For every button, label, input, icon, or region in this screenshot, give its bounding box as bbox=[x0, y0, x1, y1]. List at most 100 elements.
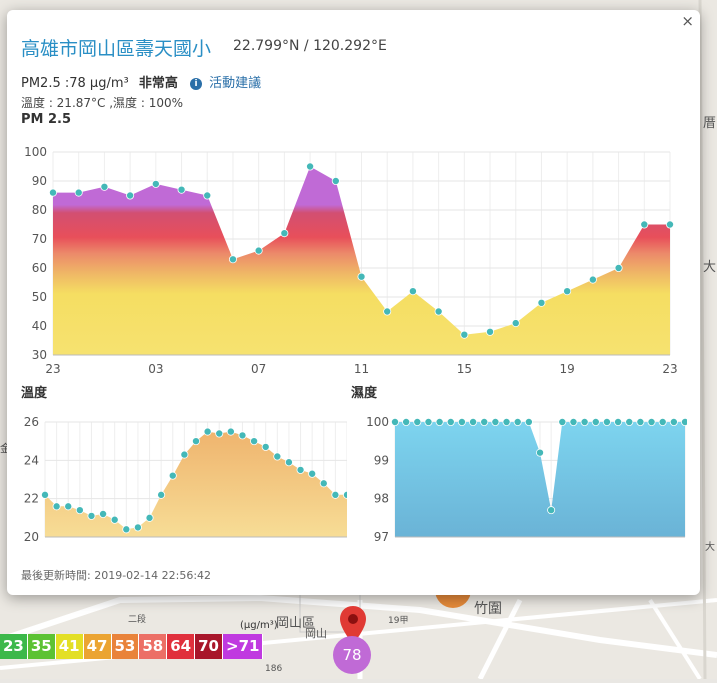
humidity-y-tick: 97 bbox=[374, 530, 389, 544]
humidity-data-point[interactable] bbox=[614, 417, 623, 426]
pm25-data-point[interactable] bbox=[537, 298, 546, 307]
pm25-y-tick: 30 bbox=[32, 348, 47, 362]
station-marker[interactable]: 78 bbox=[333, 636, 371, 674]
pm25-data-point[interactable] bbox=[151, 179, 160, 188]
humidity-data-point[interactable] bbox=[413, 417, 422, 426]
humidity-data-point[interactable] bbox=[446, 417, 455, 426]
pm25-x-tick: 15 bbox=[457, 362, 472, 376]
temperature-data-point[interactable] bbox=[319, 479, 328, 488]
humidity-data-point[interactable] bbox=[424, 417, 433, 426]
pm25-data-point[interactable] bbox=[588, 275, 597, 284]
pm25-data-point[interactable] bbox=[614, 263, 623, 272]
humidity-data-point[interactable] bbox=[435, 417, 444, 426]
pm25-data-point[interactable] bbox=[254, 246, 263, 255]
pm25-data-point[interactable] bbox=[74, 188, 83, 197]
temperature-data-point[interactable] bbox=[238, 431, 247, 440]
humidity-data-point[interactable] bbox=[681, 418, 687, 426]
pm25-data-point[interactable] bbox=[511, 319, 520, 328]
legend-cell-2: 41 bbox=[55, 634, 84, 659]
temperature-data-point[interactable] bbox=[75, 506, 84, 515]
legend-cell-0: 23 bbox=[0, 634, 28, 659]
temperature-data-point[interactable] bbox=[284, 458, 293, 467]
humidity-data-point[interactable] bbox=[558, 417, 567, 426]
temperature-data-point[interactable] bbox=[99, 510, 108, 519]
temperature-data-point[interactable] bbox=[296, 465, 305, 474]
pm25-data-point[interactable] bbox=[486, 327, 495, 336]
temperature-data-point[interactable] bbox=[168, 471, 177, 480]
temperature-data-point[interactable] bbox=[157, 490, 166, 499]
temperature-data-point[interactable] bbox=[145, 513, 154, 522]
pm25-x-tick: 03 bbox=[148, 362, 163, 376]
pm25-reading: PM2.5 :78 μg/m³ 非常高 i 活動建議 bbox=[21, 72, 261, 91]
temperature-data-point[interactable] bbox=[191, 437, 200, 446]
humidity-data-point[interactable] bbox=[602, 417, 611, 426]
humidity-data-point[interactable] bbox=[569, 417, 578, 426]
humidity-data-point[interactable] bbox=[669, 417, 678, 426]
temperature-data-point[interactable] bbox=[261, 442, 270, 451]
pm25-data-point[interactable] bbox=[203, 191, 212, 200]
temperature-data-point[interactable] bbox=[64, 502, 73, 511]
pm25-data-point[interactable] bbox=[331, 177, 340, 186]
temperature-data-point[interactable] bbox=[273, 452, 282, 461]
pm25-y-tick: 70 bbox=[32, 232, 47, 246]
legend-cell-7: 70 bbox=[195, 634, 223, 659]
temperature-data-point[interactable] bbox=[122, 525, 131, 534]
humidity-data-point[interactable] bbox=[658, 417, 667, 426]
humidity-data-point[interactable] bbox=[591, 417, 600, 426]
humidity-data-point[interactable] bbox=[547, 506, 556, 515]
temperature-data-point[interactable] bbox=[226, 427, 235, 436]
pm25-data-point[interactable] bbox=[126, 191, 135, 200]
pm25-level: 非常高 bbox=[138, 76, 178, 91]
temperature-data-point[interactable] bbox=[41, 490, 50, 499]
temperature-data-point[interactable] bbox=[180, 450, 189, 459]
humidity-data-point[interactable] bbox=[391, 417, 400, 426]
pm25-data-point[interactable] bbox=[640, 220, 649, 229]
pm25-data-point[interactable] bbox=[280, 229, 289, 238]
temperature-data-point[interactable] bbox=[52, 502, 61, 511]
pm25-data-point[interactable] bbox=[434, 307, 443, 316]
humidity-y-tick: 99 bbox=[374, 453, 389, 467]
humidity-data-point[interactable] bbox=[469, 417, 478, 426]
temperature-data-point[interactable] bbox=[250, 437, 259, 446]
humidity-data-point[interactable] bbox=[402, 417, 411, 426]
humidity-data-point[interactable] bbox=[580, 417, 589, 426]
pm25-data-point[interactable] bbox=[177, 185, 186, 194]
info-icon[interactable]: i bbox=[190, 78, 202, 90]
humidity-data-point[interactable] bbox=[625, 417, 634, 426]
map-label-zhuwei: 竹圍 bbox=[474, 601, 502, 617]
close-button[interactable]: × bbox=[681, 12, 694, 30]
pm25-data-point[interactable] bbox=[460, 330, 469, 339]
temperature-data-point[interactable] bbox=[87, 511, 96, 520]
humidity-data-point[interactable] bbox=[524, 417, 533, 426]
pm25-data-point[interactable] bbox=[408, 287, 417, 296]
temperature-data-point[interactable] bbox=[110, 515, 119, 524]
temperature-data-point[interactable] bbox=[203, 427, 212, 436]
humidity-data-point[interactable] bbox=[535, 448, 544, 457]
humidity-data-point[interactable] bbox=[480, 417, 489, 426]
humidity-data-point[interactable] bbox=[457, 417, 466, 426]
humidity-data-point[interactable] bbox=[513, 417, 522, 426]
pm25-data-point[interactable] bbox=[228, 255, 237, 264]
pm25-data-point[interactable] bbox=[666, 220, 675, 229]
humidity-data-point[interactable] bbox=[647, 417, 656, 426]
pm25-legend: 23 35 41 47 53 58 64 70 >71 bbox=[0, 634, 264, 659]
map-label-route-19jia: 19甲 bbox=[388, 616, 409, 626]
pm25-data-point[interactable] bbox=[49, 188, 58, 197]
humidity-data-point[interactable] bbox=[491, 417, 500, 426]
legend-cell-1: 35 bbox=[27, 634, 56, 659]
pm25-data-point[interactable] bbox=[306, 162, 315, 171]
temperature-data-point[interactable] bbox=[331, 490, 340, 499]
temperature-y-tick: 26 bbox=[24, 415, 39, 429]
activity-advice-link[interactable]: 活動建議 bbox=[209, 76, 261, 91]
temperature-data-point[interactable] bbox=[215, 429, 224, 438]
humidity-data-point[interactable] bbox=[636, 417, 645, 426]
pm25-data-point[interactable] bbox=[357, 272, 366, 281]
temperature-data-point[interactable] bbox=[133, 523, 142, 532]
pm25-data-point[interactable] bbox=[563, 287, 572, 296]
humidity-data-point[interactable] bbox=[502, 417, 511, 426]
temperature-y-tick: 22 bbox=[24, 492, 39, 506]
legend-cell-6: 64 bbox=[167, 634, 196, 659]
pm25-data-point[interactable] bbox=[100, 182, 109, 191]
pm25-data-point[interactable] bbox=[383, 307, 392, 316]
temperature-data-point[interactable] bbox=[308, 469, 317, 478]
